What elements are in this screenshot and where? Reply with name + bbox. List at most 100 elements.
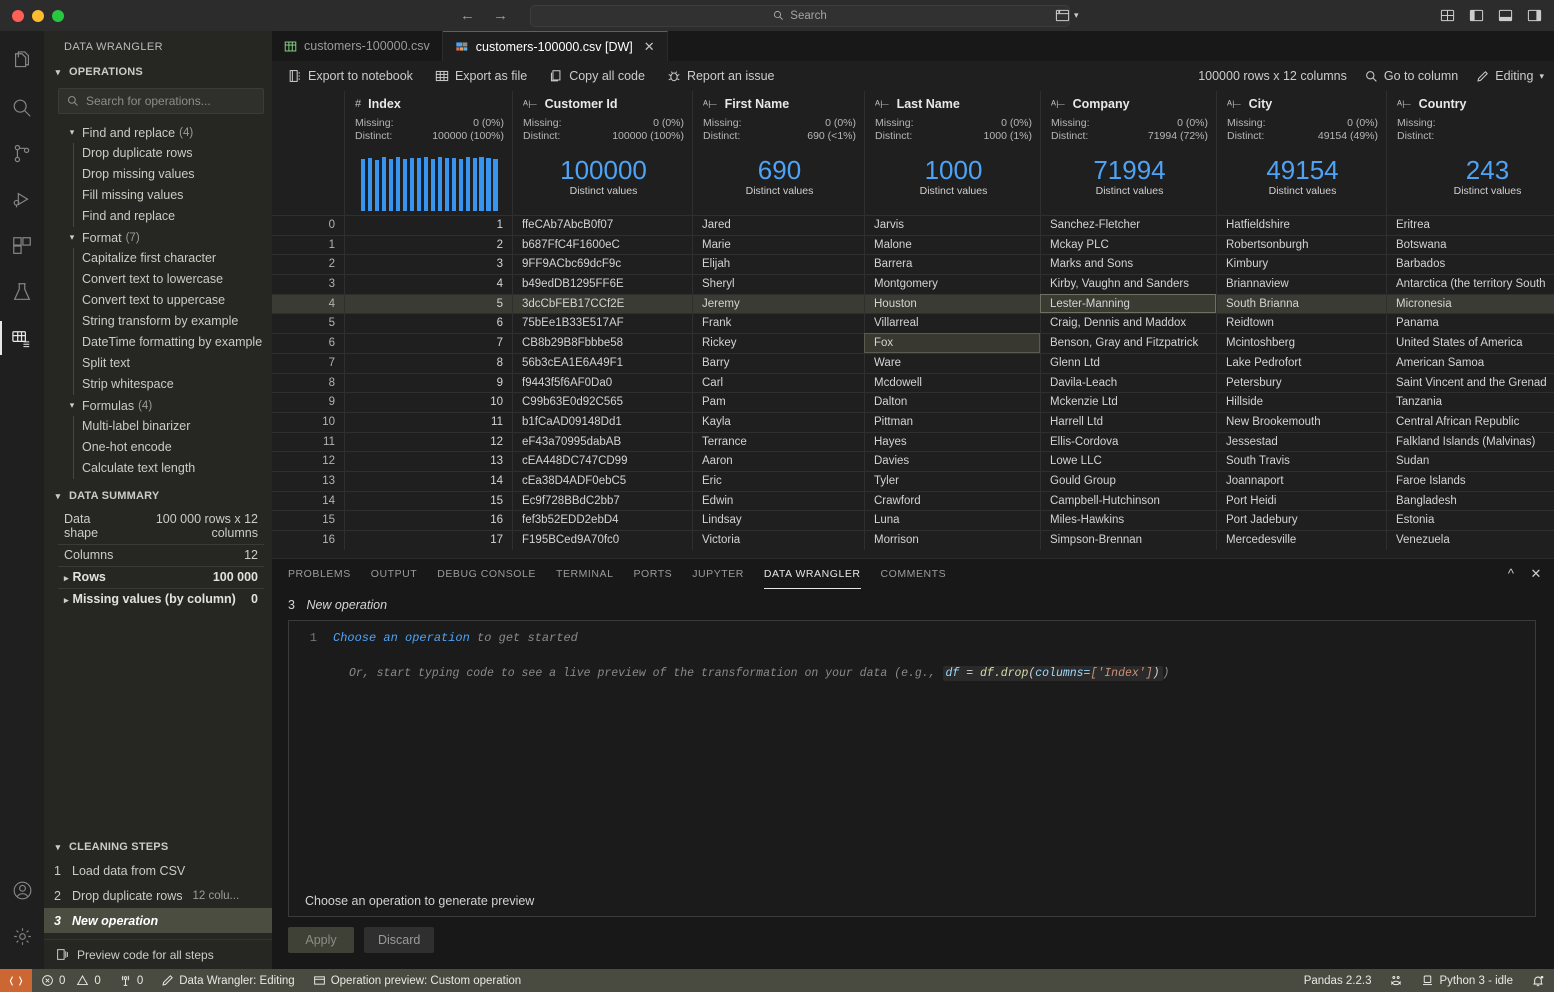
grid-cell[interactable]: Ware — [864, 352, 1040, 373]
grid-cell[interactable]: Fox — [864, 333, 1040, 353]
grid-cell[interactable]: Mcdowell — [864, 372, 1040, 393]
apply-button[interactable]: Apply — [288, 927, 354, 953]
row-index-cell[interactable]: 5 — [272, 313, 344, 333]
tab-customers-csv[interactable]: customers-100000.csv — [272, 31, 443, 61]
grid-cell[interactable]: Lowe LLC — [1040, 451, 1216, 471]
jupyter-status[interactable] — [1380, 969, 1412, 992]
grid-cell[interactable]: Hatfieldshire — [1216, 215, 1386, 235]
discard-button[interactable]: Discard — [364, 927, 435, 953]
grid-cell[interactable]: Elijah — [692, 254, 864, 275]
grid-cell[interactable]: Sudan — [1386, 451, 1554, 471]
grid-cell[interactable]: Lindsay — [692, 510, 864, 530]
grid-cell[interactable]: Central African Republic — [1386, 411, 1554, 432]
operations-group-formulas[interactable]: ▾ Formulas (4) — [44, 395, 272, 416]
grid-cell[interactable]: 4 — [344, 274, 512, 294]
grid-cell[interactable]: Harrell Ltd — [1040, 411, 1216, 432]
column-header-Country[interactable]: ᴬ⊢Country Missing: Distinct:243 243 Dist… — [1386, 91, 1554, 215]
grid-cell[interactable]: Terrance — [692, 431, 864, 452]
grid-cell[interactable]: South Travis — [1216, 451, 1386, 471]
export-to-notebook-button[interactable]: Export to notebook — [288, 69, 413, 83]
panel-tab-ports[interactable]: PORTS — [633, 559, 672, 589]
grid-cell[interactable]: Crawford — [864, 490, 1040, 511]
back-arrow-icon[interactable]: ← — [460, 7, 475, 24]
panel-tab-output[interactable]: OUTPUT — [371, 559, 417, 589]
grid-cell[interactable]: Kirby, Vaughn and Sanders — [1040, 274, 1216, 294]
close-icon[interactable]: ✕ — [1531, 566, 1542, 582]
grid-cell[interactable]: 7 — [344, 333, 512, 353]
grid-cell[interactable]: Joannaport — [1216, 470, 1386, 491]
row-index-cell[interactable]: 1 — [272, 234, 344, 255]
cleaning-step-drop-duplicate-rows[interactable]: 2 Drop duplicate rows 12 colu... — [44, 883, 272, 908]
panel-tab-terminal[interactable]: TERMINAL — [556, 559, 614, 589]
grid-cell[interactable]: 9FF9ACbc69dcF9c — [512, 254, 692, 275]
row-index-cell[interactable]: 8 — [272, 372, 344, 393]
activity-item-source-control[interactable] — [0, 131, 44, 177]
grid-cell[interactable]: Hayes — [864, 431, 1040, 452]
panel-tab-data-wrangler[interactable]: DATA WRANGLER — [764, 559, 861, 589]
grid-cell[interactable]: f9443f5f6AF0Da0 — [512, 372, 692, 393]
layout-controls[interactable] — [1440, 8, 1542, 23]
grid-cell[interactable]: Houston — [864, 293, 1040, 314]
activity-item-explorer[interactable] — [0, 39, 44, 85]
operation-multi-label-binarizer[interactable]: Multi-label binarizer — [44, 416, 272, 437]
grid-cell[interactable]: 12 — [344, 431, 512, 452]
cleaning-step-new-operation[interactable]: 3 New operation — [44, 908, 272, 933]
operation-strip-whitespace[interactable]: Strip whitespace — [44, 374, 272, 395]
grid-cell[interactable]: Faroe Islands — [1386, 470, 1554, 491]
operations-group-find-and-replace[interactable]: ▾ Find and replace (4) — [44, 122, 272, 143]
operation-find-and-replace[interactable]: Find and replace — [44, 206, 272, 227]
grid-cell[interactable]: 8 — [344, 352, 512, 373]
grid-cell[interactable]: Davila-Leach — [1040, 372, 1216, 393]
choose-operation-link[interactable]: Choose an operation — [333, 631, 470, 645]
operation-split-text[interactable]: Split text — [44, 353, 272, 374]
grid-cell[interactable]: Campbell-Hutchinson — [1040, 490, 1216, 511]
grid-cell[interactable]: fef3b52EDD2ebD4 — [512, 510, 692, 530]
grid-cell[interactable]: Barrera — [864, 254, 1040, 275]
column-header-Index[interactable]: # Index Missing: 0 (0%) Distinct: 100000 (1… — [344, 91, 512, 215]
activity-item-run-and-debug[interactable] — [0, 177, 44, 223]
summary-row-missing-values[interactable]: ▸ Missing values (by column) 0 — [58, 589, 264, 610]
maximize-window-button[interactable] — [52, 9, 64, 22]
grid-cell[interactable]: b49edDB1295FF6E — [512, 274, 692, 294]
pandas-version-status[interactable]: Pandas 2.2.3 — [1295, 969, 1381, 992]
operations-group-format[interactable]: ▾ Format (7) — [44, 227, 272, 248]
grid-cell[interactable]: Eric — [692, 470, 864, 491]
activity-item-data-wrangler[interactable] — [0, 315, 44, 361]
grid-cell[interactable]: Montgomery — [864, 274, 1040, 294]
minimize-window-button[interactable] — [32, 9, 44, 22]
grid-cell[interactable]: Venezuela — [1386, 530, 1554, 550]
preview-code-for-all-steps-button[interactable]: Preview code for all steps — [44, 939, 272, 969]
grid-cell[interactable]: Tanzania — [1386, 392, 1554, 412]
grid-cell[interactable]: Lake Pedrofort — [1216, 352, 1386, 373]
close-icon[interactable]: ✕ — [644, 39, 655, 55]
grid-cell[interactable]: Carl — [692, 372, 864, 393]
grid-cell[interactable]: Pam — [692, 392, 864, 412]
grid-cell[interactable]: 56b3cEA1E6A49F1 — [512, 352, 692, 373]
operation-one-hot-encode[interactable]: One-hot encode — [44, 437, 272, 458]
operation-string-transform-by-example[interactable]: String transform by example — [44, 311, 272, 332]
grid-cell[interactable]: Mcintoshberg — [1216, 333, 1386, 353]
grid-cell[interactable]: b1fCaAD09148Dd1 — [512, 411, 692, 432]
close-window-button[interactable] — [12, 9, 24, 22]
summary-row-rows[interactable]: ▸ Rows 100 000 — [58, 567, 264, 589]
grid-cell[interactable]: 75bEe1B33E517AF — [512, 313, 692, 334]
grid-cell[interactable]: Saint Vincent and the Grenad — [1386, 372, 1554, 393]
grid-cell[interactable]: 3dcCbFEB17CCf2E — [512, 293, 692, 314]
grid-cell[interactable]: Port Jadebury — [1216, 510, 1386, 530]
grid-cell[interactable]: Sanchez-Fletcher — [1040, 215, 1216, 235]
remote-indicator[interactable] — [0, 969, 32, 992]
grid-cell[interactable]: Port Heidi — [1216, 490, 1386, 511]
grid-cell[interactable]: 14 — [344, 470, 512, 491]
grid-cell[interactable]: Kayla — [692, 411, 864, 432]
panel-tab-jupyter[interactable]: JUPYTER — [692, 559, 744, 589]
report-an-issue-button[interactable]: Report an issue — [667, 69, 775, 83]
grid-cell[interactable]: Barry — [692, 352, 864, 373]
grid-cell[interactable]: Jeremy — [692, 293, 864, 314]
grid-cell[interactable]: Luna — [864, 510, 1040, 530]
tab-customers-csv-dw[interactable]: customers-100000.csv [DW] ✕ — [442, 31, 668, 61]
data-summary-section-header[interactable]: ▾ DATA SUMMARY — [44, 485, 272, 507]
grid-cell[interactable]: Malone — [864, 234, 1040, 255]
row-index-cell[interactable]: 0 — [272, 215, 344, 235]
grid-cell[interactable]: Botswana — [1386, 234, 1554, 255]
row-index-cell[interactable]: 11 — [272, 431, 344, 452]
